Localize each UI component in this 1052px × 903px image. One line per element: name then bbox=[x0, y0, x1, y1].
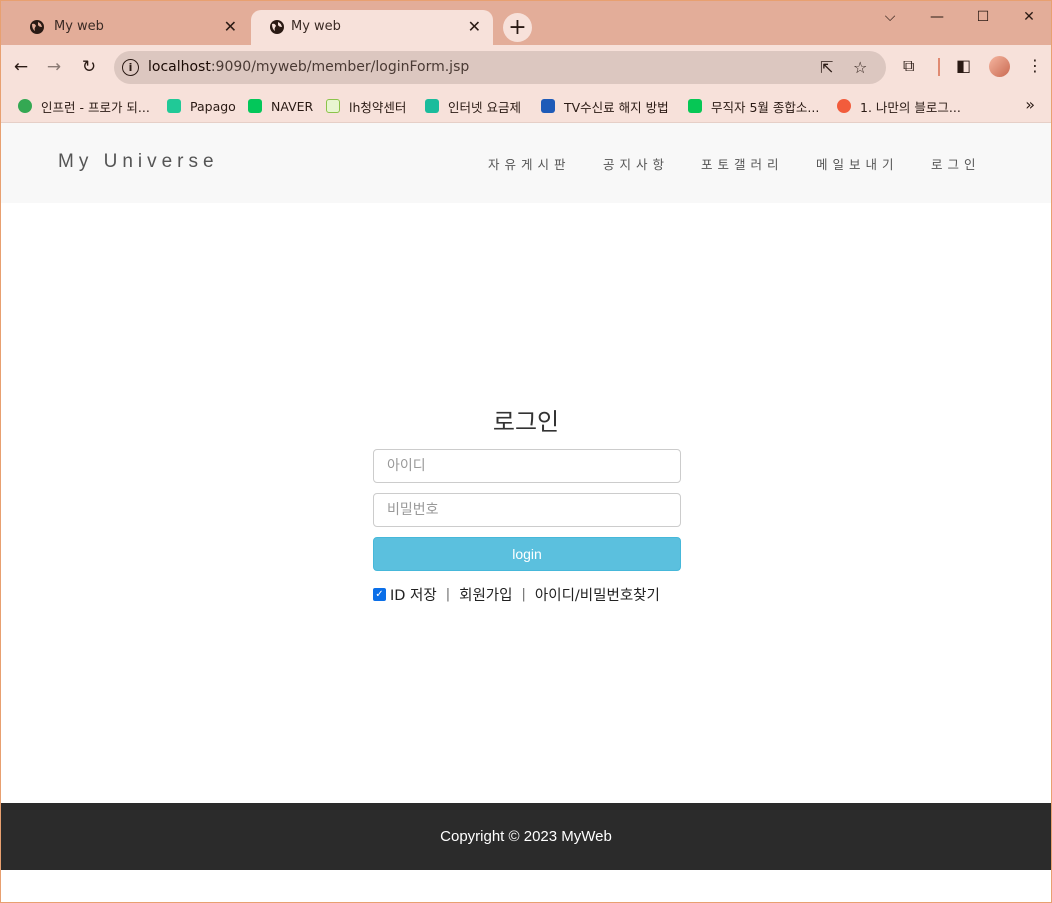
forward-button[interactable]: → bbox=[41, 54, 67, 80]
site-navbar: My Universe 자유게시판 공지사항 포토갤러리 메일보내기 로그인 bbox=[1, 123, 1051, 203]
tab-active[interactable]: My web ✕ bbox=[251, 10, 493, 45]
separator: | bbox=[445, 586, 451, 602]
profile-avatar[interactable] bbox=[989, 56, 1010, 77]
bookmark-label: 인터넷 요금제 bbox=[448, 99, 521, 115]
share-icon[interactable]: ⇱ bbox=[820, 58, 833, 77]
bookmark-item[interactable]: 인터넷 요금제 bbox=[425, 96, 521, 116]
reload-button[interactable]: ↻ bbox=[76, 54, 102, 80]
maximize-button[interactable]: ☐ bbox=[960, 5, 1006, 29]
web-page: My Universe 자유게시판 공지사항 포토갤러리 메일보내기 로그인 로… bbox=[1, 123, 1051, 902]
bookmark-item[interactable]: Papago bbox=[167, 96, 236, 116]
browser-toolbar: ← → ↻ i localhost:9090/myweb/member/logi… bbox=[1, 45, 1051, 89]
nav-free-board[interactable]: 자유게시판 bbox=[488, 154, 571, 173]
bookmark-label: Papago bbox=[190, 98, 236, 114]
address-bar[interactable]: i localhost:9090/myweb/member/loginForm.… bbox=[114, 51, 886, 84]
bookmark-label: 1. 나만의 블로그... bbox=[860, 99, 961, 115]
find-account-link[interactable]: 아이디/비밀번호찾기 bbox=[535, 584, 660, 605]
bookmark-item[interactable]: 1. 나만의 블로그... bbox=[837, 96, 961, 116]
bookmark-item[interactable]: NAVER bbox=[248, 96, 313, 116]
login-title: 로그인 bbox=[492, 408, 560, 436]
bookmark-favicon-icon bbox=[167, 99, 181, 113]
login-button[interactable]: login bbox=[373, 537, 681, 571]
tab-strip: My web ✕ My web ✕ + ⌵ — ☐ ✕ bbox=[1, 1, 1051, 45]
side-panel-icon[interactable]: ◧ bbox=[956, 56, 971, 75]
password-input[interactable] bbox=[373, 493, 681, 527]
globe-icon bbox=[270, 20, 284, 34]
nav-login[interactable]: 로그인 bbox=[931, 154, 981, 173]
bookmark-favicon-icon bbox=[837, 99, 851, 113]
bookmark-label: NAVER bbox=[271, 98, 314, 114]
extensions-icon[interactable]: ⧉ bbox=[903, 56, 914, 76]
back-button[interactable]: ← bbox=[8, 54, 34, 80]
close-tab-icon[interactable]: ✕ bbox=[468, 17, 481, 36]
remember-id-checkbox[interactable]: ✓ bbox=[373, 587, 386, 601]
bookmark-favicon-icon bbox=[18, 99, 32, 113]
id-input[interactable] bbox=[373, 449, 681, 483]
bookmark-star-icon[interactable]: ☆ bbox=[853, 58, 867, 77]
bookmark-favicon-icon bbox=[248, 99, 262, 113]
separator: | bbox=[521, 586, 526, 602]
bookmark-favicon-icon bbox=[326, 99, 340, 113]
tab-inactive[interactable]: My web ✕ bbox=[9, 10, 249, 45]
site-footer: Copyright © 2023 MyWeb bbox=[1, 803, 1051, 870]
url-host: localhost bbox=[148, 59, 211, 75]
bookmarks-bar: 인프런 - 프로가 되... Papago NAVER lh청약센터 인터넷 요… bbox=[1, 89, 1051, 123]
signup-link[interactable]: 회원가입 bbox=[459, 584, 512, 605]
window-close-button[interactable]: ✕ bbox=[1006, 5, 1051, 29]
bookmark-favicon-icon bbox=[688, 99, 702, 113]
footer-copyright: Copyright © 2023 MyWeb bbox=[440, 828, 612, 845]
new-tab-button[interactable]: + bbox=[503, 13, 532, 42]
nav-notice[interactable]: 공지사항 bbox=[603, 154, 669, 173]
bookmark-item[interactable]: lh청약센터 bbox=[326, 96, 406, 116]
bookmark-item[interactable]: 인프런 - 프로가 되... bbox=[18, 96, 150, 116]
browser-window: My web ✕ My web ✕ + ⌵ — ☐ ✕ ← → ↻ i loca… bbox=[0, 0, 1052, 903]
tab-title: My web bbox=[54, 19, 104, 34]
globe-icon bbox=[30, 20, 44, 34]
login-links: ✓ ID 저장 | 회원가입 | 아이디/비밀번호찾기 bbox=[373, 584, 693, 604]
url-path: :9090/myweb/member/loginForm.jsp bbox=[210, 59, 470, 75]
nav-send-mail[interactable]: 메일보내기 bbox=[816, 154, 899, 173]
bookmark-label: 무직자 5월 종합소... bbox=[711, 99, 820, 115]
toolbar-divider bbox=[938, 58, 940, 76]
bookmark-label: lh청약센터 bbox=[349, 99, 407, 115]
bookmark-favicon-icon bbox=[425, 99, 439, 113]
more-bookmarks-icon[interactable]: » bbox=[1025, 95, 1035, 114]
bookmark-label: 인프런 - 프로가 되... bbox=[41, 99, 150, 115]
url-text[interactable]: localhost:9090/myweb/member/loginForm.js… bbox=[148, 59, 469, 75]
remember-id-label[interactable]: ID 저장 bbox=[390, 584, 437, 605]
menu-icon[interactable]: ⋮ bbox=[1027, 56, 1043, 75]
bookmark-item[interactable]: TV수신료 해지 방법 bbox=[541, 96, 669, 116]
bookmark-favicon-icon bbox=[541, 99, 555, 113]
site-brand[interactable]: My Universe bbox=[58, 151, 219, 173]
minimize-button[interactable]: — bbox=[914, 5, 960, 29]
close-tab-icon[interactable]: ✕ bbox=[224, 17, 237, 36]
bookmark-label: TV수신료 해지 방법 bbox=[564, 99, 669, 115]
tab-search-icon[interactable]: ⌵ bbox=[867, 5, 913, 29]
tab-title: My web bbox=[291, 19, 341, 34]
site-info-icon[interactable]: i bbox=[122, 59, 139, 76]
bookmark-item[interactable]: 무직자 5월 종합소... bbox=[688, 96, 819, 116]
nav-photo-gallery[interactable]: 포토갤러리 bbox=[701, 154, 784, 173]
